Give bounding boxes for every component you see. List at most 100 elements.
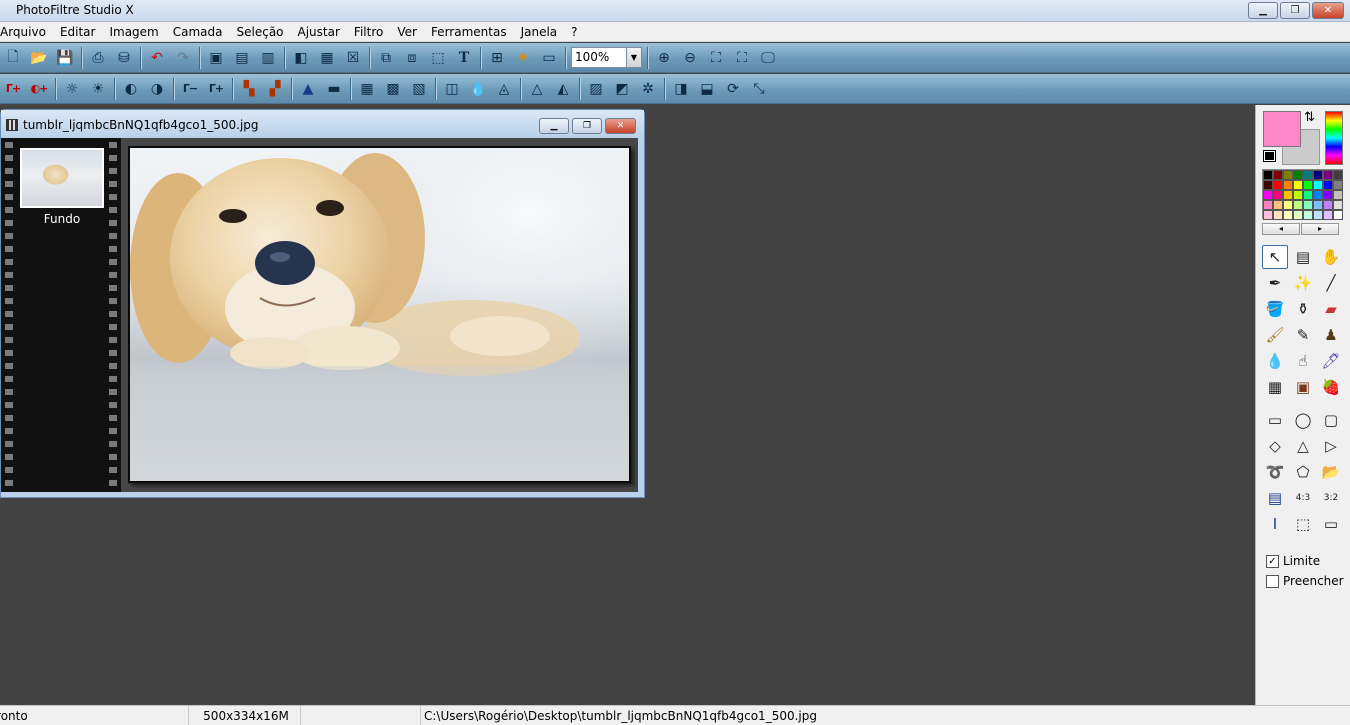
ellipse-icon[interactable]: ◯ [1290,408,1316,432]
color-balance-icon[interactable]: ▬ [321,77,347,101]
hand-icon[interactable]: ✋ [1318,245,1344,269]
automate-icon[interactable]: ✷ [510,46,536,70]
menu-selecao[interactable]: Seleção [230,23,291,41]
magic-icon[interactable]: ✲ [635,77,661,101]
color-swatch[interactable] [1283,200,1293,210]
layer-copy-icon[interactable]: ⧉ [373,46,399,70]
color-swatch[interactable] [1263,170,1273,180]
color-swatch[interactable] [1323,190,1333,200]
pointer-icon[interactable]: ↖ [1262,245,1288,269]
zoom-out-icon[interactable]: ⊖ [677,46,703,70]
color-swatch[interactable] [1313,200,1323,210]
color-swatch[interactable] [1273,200,1283,210]
saturation-minus-icon[interactable]: ▚ [236,77,262,101]
histogram-icon[interactable]: ▲ [295,77,321,101]
color-swatch[interactable] [1283,190,1293,200]
emboss-icon[interactable]: ◫ [439,77,465,101]
fit-selection-icon[interactable]: ⬚ [1290,512,1316,536]
color-swatch[interactable] [1313,210,1323,220]
color-swatch[interactable] [1313,180,1323,190]
color-swatch[interactable] [1303,170,1313,180]
layer-paste-icon[interactable]: ⧈ [399,46,425,70]
color-swatch[interactable] [1273,180,1283,190]
texture-icon[interactable]: ▧ [406,77,432,101]
fill-option[interactable]: Preencher [1266,574,1344,588]
limit-option[interactable]: ✓ Limite [1266,554,1320,568]
maximize-button[interactable]: ❐ [1280,2,1310,19]
color-swatch[interactable] [1323,170,1333,180]
color-swatch[interactable] [1273,190,1283,200]
rotate-icon[interactable]: ⟳ [720,77,746,101]
saturation-plus-icon[interactable]: ▞ [262,77,288,101]
color-swatch[interactable] [1283,170,1293,180]
color-swatch[interactable] [1283,180,1293,190]
deform-icon[interactable]: 🖊 [1318,349,1344,373]
limit-checkbox[interactable]: ✓ [1266,554,1279,568]
color-swatch[interactable] [1263,180,1273,190]
reset-colors-icon[interactable] [1263,150,1276,162]
chevron-down-icon[interactable]: ▼ [627,47,642,68]
pattern-icon[interactable]: ▦ [1262,375,1288,399]
lasso-icon[interactable]: ➰ [1262,460,1288,484]
color-swatch[interactable] [1293,170,1303,180]
menu-camada[interactable]: Camada [166,23,230,41]
selection-settings-icon[interactable]: ▭ [1318,512,1344,536]
menu-filtro[interactable]: Filtro [347,23,390,41]
ratio-3-2-icon[interactable]: 3:2 [1318,486,1344,510]
brightness-plus-icon[interactable]: ☀ [85,77,111,101]
color-swatch[interactable] [1323,210,1333,220]
blur-drop-icon[interactable]: 💧 [1262,349,1288,373]
gamma-plus-icon[interactable]: Γ+ [203,77,229,101]
line-icon[interactable]: ╱ [1318,271,1344,295]
color-swatch[interactable] [1303,180,1313,190]
foreground-color-swatch[interactable] [1263,111,1301,147]
color-swatch[interactable] [1323,180,1333,190]
minimize-button[interactable]: ▁ [1248,2,1278,19]
palette-next-button[interactable]: ▸ [1301,223,1339,235]
fit-image-icon[interactable]: ⛶ [729,46,755,70]
close-button[interactable]: ✕ [1312,2,1344,19]
menu-editar[interactable]: Editar [53,23,103,41]
sharpen-more-icon[interactable]: ◭ [550,77,576,101]
color-swatch[interactable] [1293,190,1303,200]
clone-icon[interactable]: ▣ [1290,375,1316,399]
color-swatch[interactable] [1333,210,1343,220]
contrast-minus-icon[interactable]: ◐ [118,77,144,101]
rectangle-icon[interactable]: ▭ [1262,408,1288,432]
hide-selection-icon[interactable]: ▤ [1262,486,1288,510]
menu-help[interactable]: ? [564,23,584,41]
dots-icon[interactable]: ▩ [380,77,406,101]
open-folder-icon[interactable]: 📂 [26,46,52,70]
eyedropper-icon[interactable]: ✒ [1262,271,1288,295]
blur-more-icon[interactable]: ◬ [491,77,517,101]
contrast-plus-icon[interactable]: ◑ [144,77,170,101]
gradient-icon[interactable]: ◧ [288,46,314,70]
color-swatch[interactable] [1303,190,1313,200]
layer-manager-icon[interactable]: ⊞ [484,46,510,70]
menu-ferramentas[interactable]: Ferramentas [424,23,514,41]
color-swatch[interactable] [1263,210,1273,220]
open-shape-icon[interactable]: 📂 [1318,460,1344,484]
redo-icon[interactable]: ↷ [170,46,196,70]
scanner-icon[interactable]: ⛁ [111,46,137,70]
color-swatch[interactable] [1273,170,1283,180]
color-swatch[interactable] [1323,200,1333,210]
menu-ver[interactable]: Ver [390,23,424,41]
copy-image-icon[interactable]: ▤ [229,46,255,70]
ratio-4-3-icon[interactable]: 4:3 [1290,486,1316,510]
fit-window-icon[interactable]: ⛶ [703,46,729,70]
color-swatch[interactable] [1333,190,1343,200]
transparency-icon[interactable]: ☒ [340,46,366,70]
resize-icon[interactable]: ⤡ [746,77,772,101]
swap-colors-icon[interactable]: ⇅ [1304,110,1315,125]
triangle-icon[interactable]: △ [1290,434,1316,458]
sharpen-icon[interactable]: △ [524,77,550,101]
brightness-minus-icon[interactable]: ☼ [59,77,85,101]
color-swatch[interactable] [1333,200,1343,210]
color-swatch[interactable] [1293,180,1303,190]
color-swatch[interactable] [1303,210,1313,220]
doc-minimize-button[interactable]: ▁ [539,118,569,134]
blur-icon[interactable]: 💧 [465,77,491,101]
layer-thumbnail[interactable] [20,148,104,208]
menu-ajustar[interactable]: Ajustar [291,23,347,41]
